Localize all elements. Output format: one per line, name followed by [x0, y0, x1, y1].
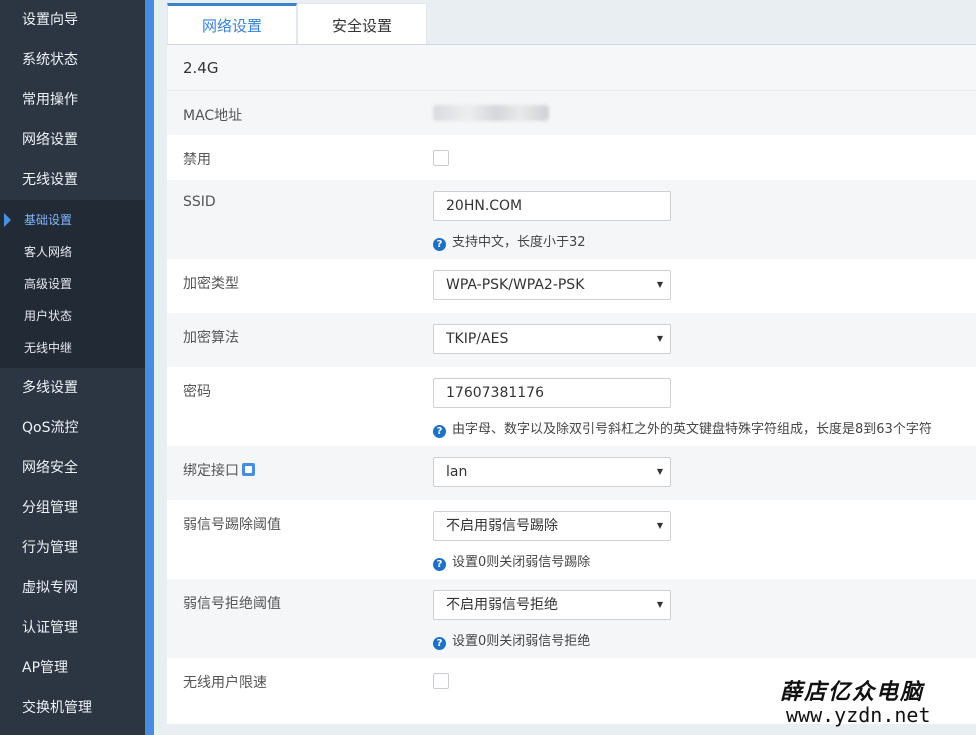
weak-kick-value: 不启用弱信号踢除 [446, 518, 558, 534]
sidebar: 设置向导 系统状态 常用操作 网络设置 无线设置 基础设置 客人网络 高级设置 … [0, 0, 145, 735]
nav-wireless-settings[interactable]: 无线设置 [0, 160, 145, 200]
nav-behavior-management[interactable]: 行为管理 [0, 528, 145, 568]
weak-kick-label: 弱信号踢除阈值 [183, 517, 281, 533]
row-encryption-type: 加密类型 WPA-PSK/WPA2-PSK [167, 259, 976, 313]
help-icon: ? [433, 637, 446, 650]
sidebar-accent-bar [145, 0, 154, 735]
nav-network-settings[interactable]: 网络设置 [0, 120, 145, 160]
enc-algo-label: 加密算法 [183, 330, 239, 346]
subnav-wireless-relay[interactable]: 无线中继 [0, 332, 145, 364]
ssid-label: SSID [183, 194, 216, 210]
nav-multiline[interactable]: 多线设置 [0, 368, 145, 408]
rate-limit-label: 无线用户限速 [183, 675, 267, 691]
watermark-url: www.yzdn.net [786, 703, 931, 727]
weak-reject-select[interactable]: 不启用弱信号拒绝 [433, 590, 671, 620]
nav-network-security[interactable]: 网络安全 [0, 448, 145, 488]
password-input[interactable]: 17607381176 [433, 378, 671, 408]
interface-link-icon[interactable] [242, 463, 255, 476]
row-ssid: SSID 20HN.COM ? 支持中文，长度小于32 [167, 180, 976, 259]
password-label: 密码 [183, 384, 211, 400]
settings-panel: 2.4G MAC地址 禁用 SSID 20HN.COM ? 支持中文，长度小于32… [167, 44, 976, 725]
weak-kick-select[interactable]: 不启用弱信号踢除 [433, 511, 671, 541]
bind-interface-value: lan [446, 464, 468, 480]
row-disable: 禁用 [167, 135, 976, 180]
subnav-user-status[interactable]: 用户状态 [0, 300, 145, 332]
enc-algo-select[interactable]: TKIP/AES [433, 324, 671, 354]
weak-reject-help: ? 设置0则关闭弱信号拒绝 [433, 630, 590, 650]
subnav-guest-network[interactable]: 客人网络 [0, 236, 145, 268]
password-help: ? 由字母、数字以及除双引号斜杠之外的英文键盘特殊字符组成，长度是8到63个字符 [433, 418, 932, 438]
rate-limit-checkbox[interactable] [433, 673, 449, 689]
nav-switch-management[interactable]: 交换机管理 [0, 688, 145, 728]
enc-type-label: 加密类型 [183, 276, 239, 292]
ssid-help: ? 支持中文，长度小于32 [433, 231, 586, 251]
row-weak-reject: 弱信号拒绝阈值 不启用弱信号拒绝 ? 设置0则关闭弱信号拒绝 [167, 579, 976, 658]
enc-algo-value: TKIP/AES [446, 331, 509, 347]
tab-bar: 网络设置 安全设置 [167, 3, 427, 45]
ssid-help-text: 支持中文，长度小于32 [452, 235, 586, 250]
bind-label-text: 绑定接口 [183, 463, 239, 479]
tab-network-settings[interactable]: 网络设置 [167, 3, 297, 45]
weak-kick-help: ? 设置0则关闭弱信号踢除 [433, 551, 590, 571]
subnav-advanced-settings[interactable]: 高级设置 [0, 268, 145, 300]
disable-label: 禁用 [183, 152, 211, 168]
row-bind-interface: 绑定接口 lan [167, 446, 976, 500]
nav-group-management[interactable]: 分组管理 [0, 488, 145, 528]
help-icon: ? [433, 558, 446, 571]
nav-setup-wizard[interactable]: 设置向导 [0, 0, 145, 40]
nav-auth-management[interactable]: 认证管理 [0, 608, 145, 648]
nav-system-status[interactable]: 系统状态 [0, 40, 145, 80]
enc-type-value: WPA-PSK/WPA2-PSK [446, 277, 585, 293]
weak-reject-value: 不启用弱信号拒绝 [446, 597, 558, 613]
nav-vpn[interactable]: 虚拟专网 [0, 568, 145, 608]
bind-label: 绑定接口 [183, 460, 255, 480]
ssid-input[interactable]: 20HN.COM [433, 191, 671, 221]
row-password: 密码 17607381176 ? 由字母、数字以及除双引号斜杠之外的英文键盘特殊字… [167, 367, 976, 446]
tab-security-settings[interactable]: 安全设置 [297, 3, 427, 45]
enc-type-select[interactable]: WPA-PSK/WPA2-PSK [433, 270, 671, 300]
mac-value-redacted [433, 105, 549, 121]
row-encryption-algorithm: 加密算法 TKIP/AES [167, 313, 976, 367]
weak-kick-help-text: 设置0则关闭弱信号踢除 [452, 555, 591, 570]
nav-ap-management[interactable]: AP管理 [0, 648, 145, 688]
weak-reject-help-text: 设置0则关闭弱信号拒绝 [452, 634, 591, 649]
mac-label: MAC地址 [183, 108, 243, 124]
row-mac: MAC地址 [167, 91, 976, 135]
panel-title: 2.4G [167, 45, 976, 91]
help-icon: ? [433, 425, 446, 438]
bind-interface-select[interactable]: lan [433, 457, 671, 487]
password-help-text: 由字母、数字以及除双引号斜杠之外的英文键盘特殊字符组成，长度是8到63个字符 [452, 422, 932, 437]
subnav-basic-settings[interactable]: 基础设置 [0, 204, 145, 236]
watermark-title: 薛店亿众电脑 [780, 679, 925, 705]
help-icon: ? [433, 238, 446, 251]
nav-common-ops[interactable]: 常用操作 [0, 80, 145, 120]
row-weak-kick: 弱信号踢除阈值 不启用弱信号踢除 ? 设置0则关闭弱信号踢除 [167, 500, 976, 579]
nav-qos[interactable]: QoS流控 [0, 408, 145, 448]
weak-reject-label: 弱信号拒绝阈值 [183, 596, 281, 612]
disable-checkbox[interactable] [433, 150, 449, 166]
wireless-submenu: 基础设置 客人网络 高级设置 用户状态 无线中继 [0, 200, 145, 368]
